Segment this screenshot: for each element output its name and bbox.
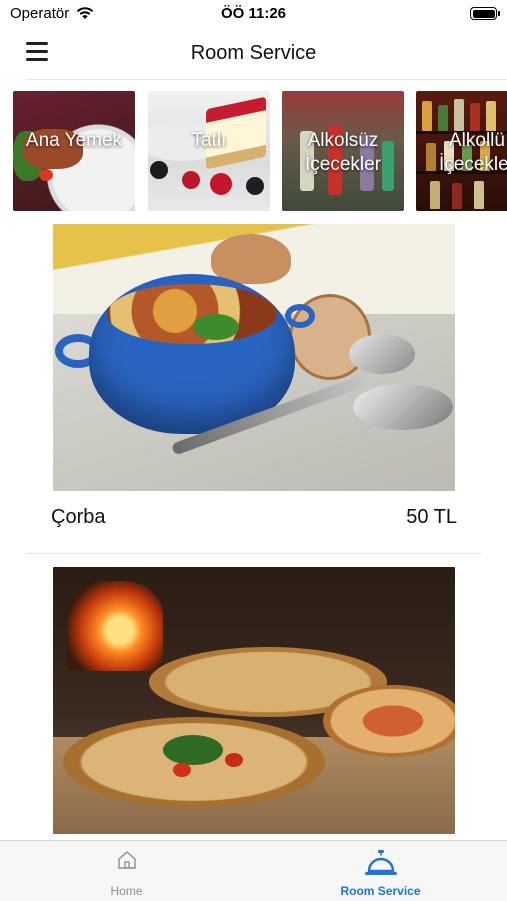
navigation-bar: Room Service [0, 28, 507, 80]
category-label: Alkollü İçecekler [438, 130, 507, 175]
battery-icon [470, 7, 500, 20]
category-card-soft-drinks[interactable]: Alkolsüz İçecekler [282, 91, 404, 211]
category-label: Alkolsüz İçecekler [304, 130, 382, 175]
service-bell-icon [364, 850, 397, 875]
category-card-alcoholic-drinks[interactable]: Alkollü İçecekler [416, 91, 507, 211]
tab-room-service[interactable]: Room Service [254, 841, 507, 901]
category-card-main-course[interactable]: Ana Yemek [13, 91, 135, 211]
category-card-dessert[interactable]: Tatlı [148, 91, 270, 211]
tab-home[interactable]: Home [0, 841, 253, 901]
home-icon [117, 851, 136, 869]
list-separator [26, 553, 481, 554]
category-label: Ana Yemek [25, 130, 123, 151]
tab-label: Room Service [340, 884, 421, 898]
soup-image[interactable] [53, 224, 455, 491]
menu-item-price: 50 TL [406, 506, 457, 528]
category-label: Tatlı [191, 130, 227, 151]
tab-bar: Home Room Service [0, 840, 507, 901]
navbar-divider [26, 79, 507, 80]
category-carousel[interactable]: Ana Yemek Tatlı Alkolsüz İçecekler Alkol… [13, 91, 507, 211]
status-time: ÖÖ 11:26 [220, 5, 287, 22]
page-title: Room Service [190, 42, 317, 64]
status-bar: Operatör ÖÖ 11:26 [0, 0, 507, 28]
pizza-image[interactable] [53, 567, 455, 834]
menu-item-name: Çorba [51, 506, 106, 528]
tab-label: Home [110, 884, 143, 898]
